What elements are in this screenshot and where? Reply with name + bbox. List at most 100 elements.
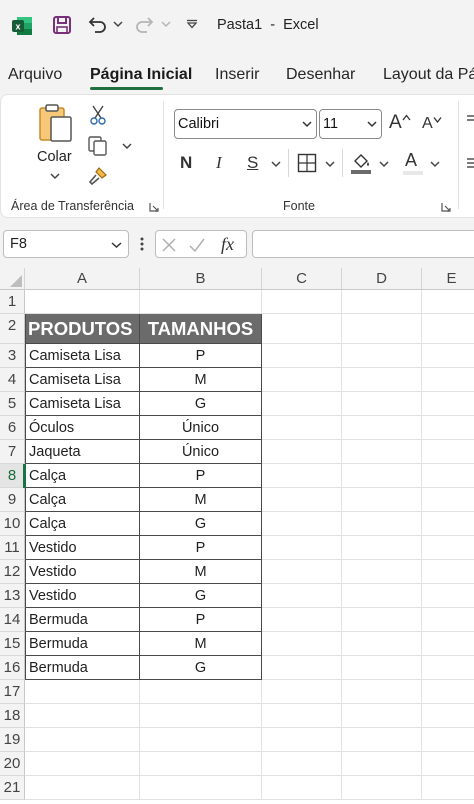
excel-logo-icon[interactable]: x (11, 15, 33, 37)
cell-d6[interactable] (342, 416, 422, 440)
table-header-cell[interactable]: TAMANHOS (140, 314, 262, 344)
table-cell[interactable]: Único (140, 416, 262, 440)
table-cell[interactable]: Camiseta Lisa (25, 392, 140, 416)
column-header-e[interactable]: E (422, 268, 474, 290)
row-header-11[interactable]: 11 (0, 536, 25, 560)
cell-d13[interactable] (342, 584, 422, 608)
undo-dropdown-icon[interactable] (113, 20, 123, 28)
row-header-9[interactable]: 9 (0, 488, 25, 512)
borders-icon[interactable] (297, 153, 317, 173)
table-cell[interactable]: M (140, 488, 262, 512)
row-header-17[interactable]: 17 (0, 680, 25, 704)
cell-c5[interactable] (262, 392, 342, 416)
italic-button[interactable]: I (216, 153, 222, 173)
table-cell[interactable]: P (140, 344, 262, 368)
cell-b1[interactable] (140, 290, 262, 314)
cell-c18[interactable] (262, 704, 342, 728)
copy-icon[interactable] (87, 135, 109, 157)
table-cell[interactable]: G (140, 512, 262, 536)
font-dialog-launcher-icon[interactable] (441, 202, 451, 212)
cell-d20[interactable] (342, 752, 422, 776)
table-cell[interactable]: Vestido (25, 584, 140, 608)
cell-e21[interactable] (422, 776, 474, 800)
undo-icon[interactable] (86, 13, 108, 35)
column-header-c[interactable]: C (262, 268, 342, 290)
table-cell[interactable]: M (140, 560, 262, 584)
table-cell[interactable]: Calça (25, 512, 140, 536)
cell-e18[interactable] (422, 704, 474, 728)
table-cell[interactable]: Camiseta Lisa (25, 368, 140, 392)
table-cell[interactable]: P (140, 536, 262, 560)
row-header-12[interactable]: 12 (0, 560, 25, 584)
copy-dropdown-icon[interactable] (122, 142, 132, 150)
cell-e15[interactable] (422, 632, 474, 656)
cell-c2[interactable] (262, 314, 342, 344)
cell-e12[interactable] (422, 560, 474, 584)
row-header-14[interactable]: 14 (0, 608, 25, 632)
cell-c20[interactable] (262, 752, 342, 776)
cell-d10[interactable] (342, 512, 422, 536)
cell-e7[interactable] (422, 440, 474, 464)
cell-c10[interactable] (262, 512, 342, 536)
cell-a20[interactable] (25, 752, 140, 776)
row-header-20[interactable]: 20 (0, 752, 25, 776)
cell-a1[interactable] (25, 290, 140, 314)
table-cell[interactable]: Vestido (25, 560, 140, 584)
cell-d9[interactable] (342, 488, 422, 512)
cell-e16[interactable] (422, 656, 474, 680)
row-header-19[interactable]: 19 (0, 728, 25, 752)
table-cell[interactable]: Bermuda (25, 656, 140, 680)
table-cell[interactable]: G (140, 392, 262, 416)
cell-e4[interactable] (422, 368, 474, 392)
cell-d21[interactable] (342, 776, 422, 800)
table-cell[interactable]: G (140, 584, 262, 608)
cell-d19[interactable] (342, 728, 422, 752)
cell-d4[interactable] (342, 368, 422, 392)
cell-c16[interactable] (262, 656, 342, 680)
cell-d18[interactable] (342, 704, 422, 728)
paste-button[interactable]: Colar (31, 103, 81, 185)
table-cell[interactable]: Camiseta Lisa (25, 344, 140, 368)
fill-color-icon[interactable] (350, 151, 372, 175)
row-header-13[interactable]: 13 (0, 584, 25, 608)
format-painter-icon[interactable] (87, 165, 109, 187)
cell-c14[interactable] (262, 608, 342, 632)
cell-e9[interactable] (422, 488, 474, 512)
cell-c7[interactable] (262, 440, 342, 464)
row-header-21[interactable]: 21 (0, 776, 25, 800)
cell-c15[interactable] (262, 632, 342, 656)
cell-a18[interactable] (25, 704, 140, 728)
save-icon[interactable] (52, 15, 72, 35)
more-options-icon[interactable] (140, 236, 144, 252)
cell-e20[interactable] (422, 752, 474, 776)
font-color-dropdown-icon[interactable] (430, 160, 440, 168)
cell-d14[interactable] (342, 608, 422, 632)
tab-layout-da-pagina[interactable]: Layout da Pá (383, 66, 474, 84)
table-cell[interactable]: Bermuda (25, 632, 140, 656)
row-header-4[interactable]: 4 (0, 368, 25, 392)
cell-e19[interactable] (422, 728, 474, 752)
cancel-icon[interactable] (161, 237, 177, 253)
cell-d7[interactable] (342, 440, 422, 464)
font-size-select[interactable]: 11 (319, 109, 382, 139)
cell-d11[interactable] (342, 536, 422, 560)
cell-c4[interactable] (262, 368, 342, 392)
customize-quick-access-icon[interactable] (186, 19, 198, 29)
table-cell[interactable]: Jaqueta (25, 440, 140, 464)
cell-b19[interactable] (140, 728, 262, 752)
column-header-d[interactable]: D (342, 268, 422, 290)
cell-c17[interactable] (262, 680, 342, 704)
cell-d12[interactable] (342, 560, 422, 584)
table-cell[interactable]: Calça (25, 464, 140, 488)
table-cell[interactable]: P (140, 464, 262, 488)
table-cell[interactable]: G (140, 656, 262, 680)
fill-color-dropdown-icon[interactable] (379, 160, 389, 168)
row-header-18[interactable]: 18 (0, 704, 25, 728)
row-header-3[interactable]: 3 (0, 344, 25, 368)
cell-d8[interactable] (342, 464, 422, 488)
cell-c19[interactable] (262, 728, 342, 752)
cell-e6[interactable] (422, 416, 474, 440)
cell-c9[interactable] (262, 488, 342, 512)
row-header-15[interactable]: 15 (0, 632, 25, 656)
cell-e8[interactable] (422, 464, 474, 488)
